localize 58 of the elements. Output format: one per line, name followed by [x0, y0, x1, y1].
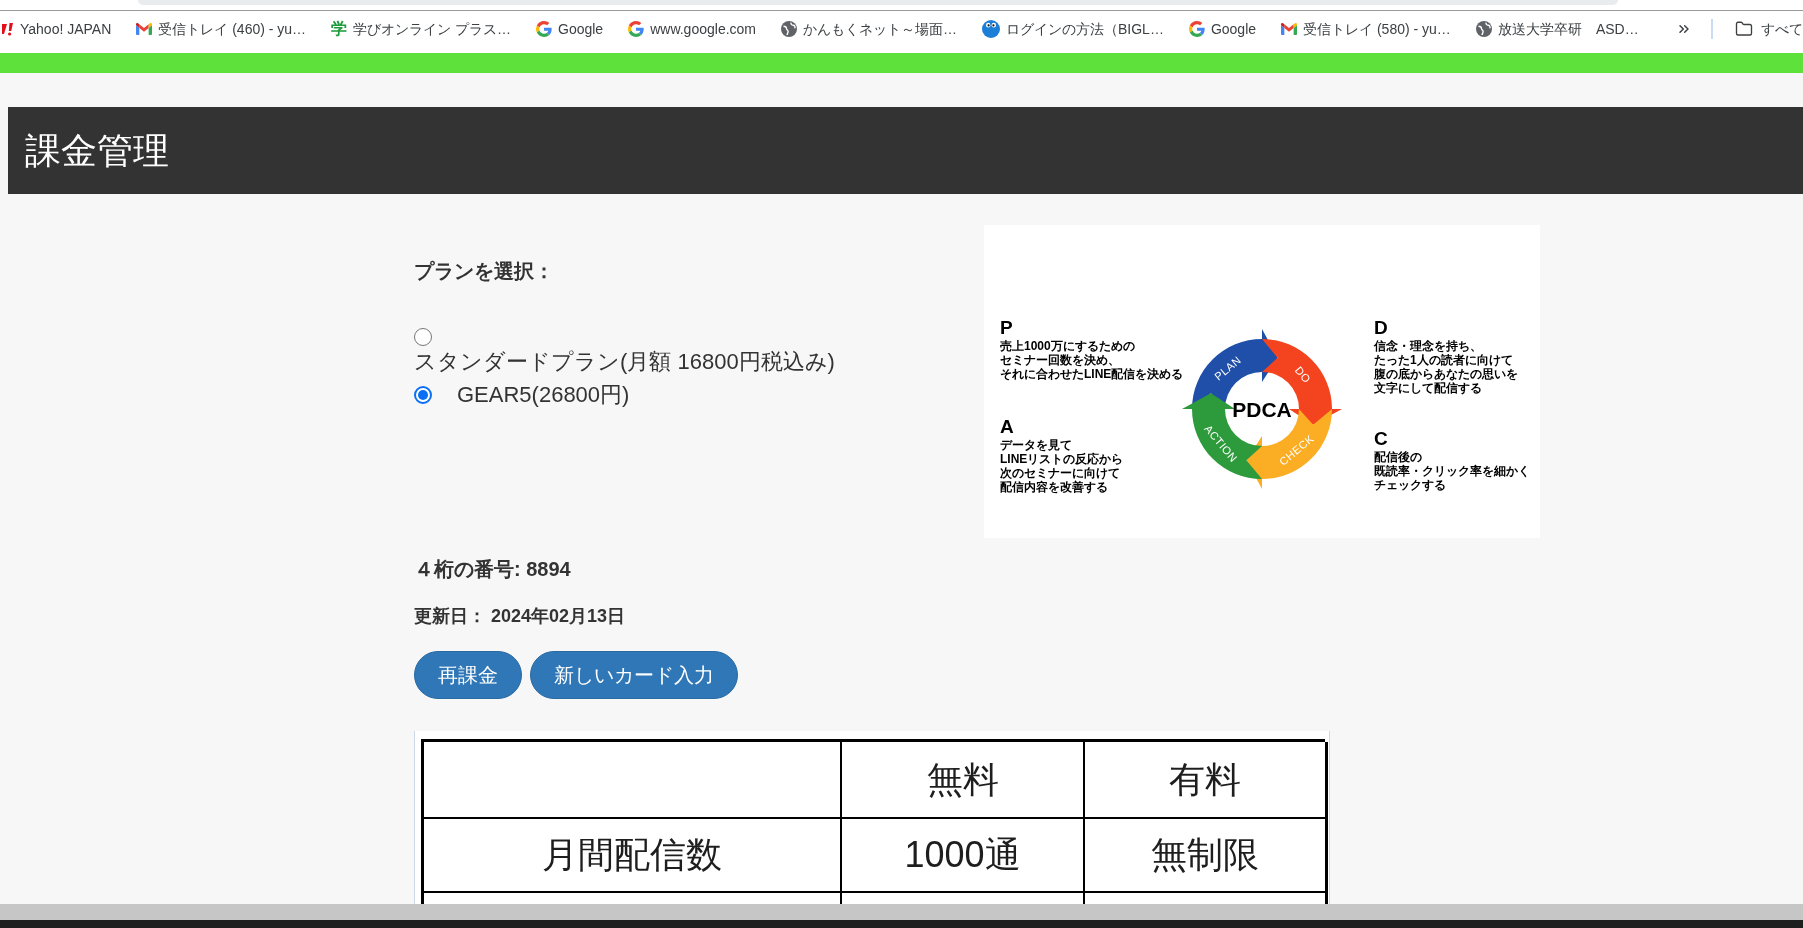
- radio-button[interactable]: [414, 328, 432, 346]
- g-logo-icon: [536, 20, 552, 37]
- note-line: 腹の底からあなたの思いを: [1374, 367, 1518, 381]
- bookmark[interactable]: 受信トレイ (580) - yu…: [1281, 19, 1451, 38]
- note-heading: D: [1374, 318, 1388, 338]
- plan-option-label[interactable]: GEAR5(26800円): [457, 381, 630, 409]
- note-heading: P: [1000, 318, 1013, 338]
- section-label: プランを選択：: [414, 259, 554, 283]
- folder-icon: [1735, 19, 1753, 38]
- bookmark[interactable]: 受信トレイ (460) - yu…: [136, 19, 307, 38]
- column-header: 有料: [1085, 742, 1328, 819]
- bookmark[interactable]: 学 学びオンライン プラス…: [331, 19, 511, 38]
- horizontal-scrollbar[interactable]: [0, 904, 1803, 920]
- bookmark[interactable]: www.google.com: [628, 19, 756, 38]
- round-character-icon: [982, 19, 1000, 38]
- bookmark[interactable]: Google: [536, 19, 604, 38]
- note-line: LINEリストの反応から: [1000, 452, 1124, 466]
- globe-icon: [781, 20, 797, 37]
- bookmark[interactable]: Yahoo! JAPAN: [2, 19, 112, 38]
- note-line: 配信後の: [1374, 450, 1422, 464]
- table-cell: 無制限: [1085, 819, 1328, 893]
- new-card-button[interactable]: 新しいカード入力: [530, 651, 738, 699]
- note-line: それに合わせたLINE配信を決める: [1000, 367, 1184, 381]
- note-line: 売上1000万にするための: [1000, 339, 1135, 353]
- row-header: 月間配信数: [424, 819, 842, 893]
- note-line: チェックする: [1374, 478, 1446, 492]
- bookmark-folder[interactable]: すべて: [1735, 19, 1803, 38]
- note-line: 配信内容を改善する: [1000, 480, 1108, 494]
- note-line: データを見て: [1000, 438, 1072, 452]
- plan-option-label[interactable]: スタンダードプラン(月額 16800円税込み): [414, 348, 835, 376]
- logo-icon: [2, 21, 14, 36]
- note-heading: C: [1374, 429, 1388, 449]
- note-line: 信念・理念を持ち、: [1374, 339, 1482, 353]
- bookmark[interactable]: 放送大学卒研 ASD…: [1475, 19, 1639, 38]
- note-line: たった1人の読者に向けて: [1374, 353, 1513, 367]
- note-line: 次のセミナーに向けて: [1000, 466, 1120, 480]
- bookmark[interactable]: かんもくネット～場面…: [781, 19, 957, 38]
- mail-icon: [136, 22, 153, 35]
- updated-date-text: 更新日： 2024年02月13日: [414, 605, 626, 627]
- card-number-text: ４桁の番号: 8894: [414, 557, 571, 581]
- radio-button[interactable]: [414, 386, 432, 404]
- bookmark[interactable]: Google: [1188, 19, 1257, 38]
- stage-label: DO: [1292, 364, 1314, 386]
- note-heading: A: [1000, 417, 1014, 437]
- note-line: セミナー回数を決め、: [1000, 353, 1120, 367]
- table-cell: 1000通: [842, 819, 1085, 893]
- note-line: 既読率・クリック率を細かく: [1374, 464, 1530, 478]
- note-line: 文字にして配信する: [1374, 381, 1482, 395]
- mail-icon: [1281, 22, 1298, 35]
- page-title: 課金管理: [25, 128, 169, 173]
- cycle-center-label: PDCA: [1232, 397, 1292, 421]
- kanji-icon: 学: [331, 20, 348, 37]
- bookmark[interactable]: ログインの方法（BIGL…: [982, 19, 1164, 38]
- globe-icon: [1475, 20, 1492, 37]
- g-logo-icon: [1188, 20, 1205, 37]
- g-logo-icon: [628, 20, 645, 37]
- recharge-button[interactable]: 再課金: [414, 651, 522, 699]
- column-header: 無料: [842, 742, 1085, 819]
